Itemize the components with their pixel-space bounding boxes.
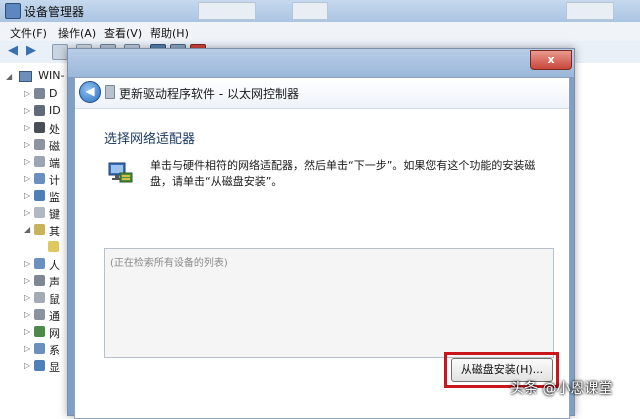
expand-icon[interactable]: ▷ xyxy=(24,157,30,166)
device-manager-icon xyxy=(5,3,21,19)
device-manager-content xyxy=(572,63,640,407)
close-button[interactable]: x xyxy=(530,50,572,70)
expand-icon[interactable]: ▷ xyxy=(24,106,30,115)
hid-icon xyxy=(34,258,45,269)
sound-icon xyxy=(34,275,45,286)
network-adapter-icon xyxy=(108,162,133,183)
computer-icon xyxy=(34,173,45,184)
processor-icon xyxy=(34,122,45,133)
network-icon xyxy=(34,326,45,337)
menu-bar: 文件(F) 操作(A) 查看(V) 帮助(H) xyxy=(0,22,640,42)
other-devices-icon xyxy=(34,224,45,235)
expand-icon[interactable]: ▷ xyxy=(24,310,30,319)
wizard-nav-bar: ◀ 更新驱动程序软件 - 以太网控制器 xyxy=(75,78,569,109)
menu-view[interactable]: 查看(V) xyxy=(104,25,142,41)
tree-root-label: WIN- xyxy=(38,69,65,82)
watermark-text: 头条 @小恩课堂 xyxy=(510,381,613,397)
mouse-icon xyxy=(34,292,45,303)
dialog-body: ◀ 更新驱动程序软件 - 以太网控制器 选择网络适配器 单击与硬件相符的网络适配… xyxy=(74,77,570,419)
tree-root[interactable]: ◢ WIN- xyxy=(6,69,64,82)
display-adapter-icon xyxy=(34,360,45,371)
menu-help[interactable]: 帮助(H) xyxy=(150,25,189,41)
blurred-region xyxy=(292,2,328,20)
instructions-text: 单击与硬件相符的网络适配器，然后单击“下一步”。如果您有这个功能的安装磁盘，请单… xyxy=(150,159,536,188)
expand-icon[interactable]: ▷ xyxy=(24,276,30,285)
properties-icon[interactable] xyxy=(52,44,68,60)
unknown-device-icon xyxy=(48,241,59,252)
page-heading: 选择网络适配器 xyxy=(104,132,196,147)
expand-icon[interactable]: ▷ xyxy=(24,89,30,98)
device-icon xyxy=(105,85,115,99)
usb-icon xyxy=(34,309,45,320)
expand-icon[interactable]: ▷ xyxy=(24,174,30,183)
device-manager-title-bar: 设备管理器 xyxy=(0,0,640,23)
expand-icon[interactable]: ▷ xyxy=(24,327,30,336)
back-arrow-icon[interactable]: ◀ xyxy=(8,44,22,58)
disk-icon xyxy=(34,139,45,150)
forward-arrow-icon[interactable]: ▶ xyxy=(26,44,40,58)
expand-icon[interactable]: ▷ xyxy=(24,123,30,132)
network-adapter-list[interactable]: (正在检索所有设备的列表) xyxy=(104,248,554,358)
menu-file[interactable]: 文件(F) xyxy=(10,25,47,41)
disk-drive-icon xyxy=(34,88,45,99)
expand-icon[interactable]: ▷ xyxy=(24,293,30,302)
collapse-icon[interactable]: ◢ xyxy=(6,72,12,81)
expand-icon[interactable]: ▷ xyxy=(24,208,30,217)
expand-icon[interactable]: ▷ xyxy=(24,361,30,370)
keyboard-icon xyxy=(34,207,45,218)
back-button[interactable]: ◀ xyxy=(79,81,101,103)
expand-icon[interactable]: ▷ xyxy=(24,259,30,268)
ide-controller-icon xyxy=(34,105,45,116)
computer-icon xyxy=(18,70,32,82)
expand-icon[interactable]: ▷ xyxy=(24,344,30,353)
system-icon xyxy=(34,343,45,354)
collapse-icon[interactable]: ◢ xyxy=(24,225,30,234)
blurred-region xyxy=(198,2,256,20)
dialog-title: 更新驱动程序软件 - 以太网控制器 xyxy=(119,87,299,101)
list-placeholder: (正在检索所有设备的列表) xyxy=(110,258,228,269)
blurred-region xyxy=(566,2,614,20)
expand-icon[interactable]: ▷ xyxy=(24,191,30,200)
monitor-icon xyxy=(34,190,45,201)
update-driver-dialog: x ◀ 更新驱动程序软件 - 以太网控制器 选择网络适配器 单击与硬件相符的网络… xyxy=(67,48,575,419)
window-title: 设备管理器 xyxy=(24,5,85,19)
port-icon xyxy=(34,156,45,167)
dialog-frame xyxy=(68,49,574,77)
menu-action[interactable]: 操作(A) xyxy=(58,25,96,41)
expand-icon[interactable]: ▷ xyxy=(24,140,30,149)
